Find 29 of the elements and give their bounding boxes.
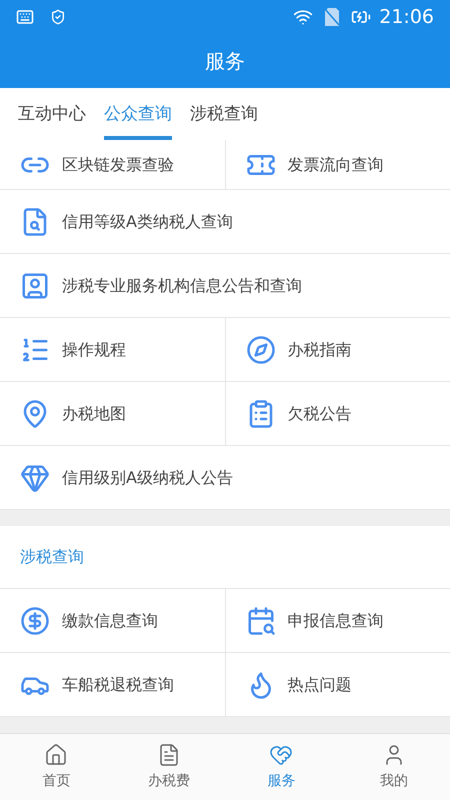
header-title: 服务 (205, 48, 245, 75)
nav-tab[interactable]: 我的 (338, 734, 450, 800)
keyboard-icon (16, 8, 34, 26)
diamond-icon (20, 462, 50, 492)
nav-tab[interactable]: 首页 (0, 734, 112, 800)
service-item[interactable]: 信用等级A类纳税人查询 (0, 190, 450, 253)
calendar-search-icon (246, 606, 276, 636)
nav-tab[interactable]: 办税费 (112, 734, 225, 800)
service-item[interactable]: 热点问题 (224, 653, 450, 716)
service-item[interactable]: 涉税专业服务机构信息公告和查询 (0, 254, 450, 317)
service-item[interactable]: 操作规程 (0, 318, 224, 381)
service-item[interactable]: 欠税公告 (224, 382, 450, 445)
service-item[interactable]: 办税指南 (224, 318, 450, 381)
no-sim-icon (325, 8, 340, 26)
tab[interactable]: 涉税查询 (190, 90, 258, 140)
service-item[interactable]: 区块链发票查验 (0, 140, 224, 189)
status-time: 21:06 (379, 4, 434, 30)
service-item[interactable]: 申报信息查询 (224, 589, 450, 652)
service-item[interactable]: 车船税退税查询 (0, 653, 224, 716)
person-card-icon (20, 270, 50, 300)
section-title: 涉税查询 (20, 546, 84, 568)
home-icon (44, 742, 68, 766)
service-item[interactable]: 办税地图 (0, 382, 224, 445)
tab[interactable]: 互动中心 (18, 90, 86, 140)
shield-icon (50, 9, 66, 25)
compass-icon (246, 334, 276, 364)
service-item[interactable]: 发票流向查询 (224, 140, 450, 189)
service-item[interactable]: 缴款信息查询 (0, 589, 224, 652)
service-item[interactable]: 信用级别A级纳税人公告 (0, 446, 450, 509)
